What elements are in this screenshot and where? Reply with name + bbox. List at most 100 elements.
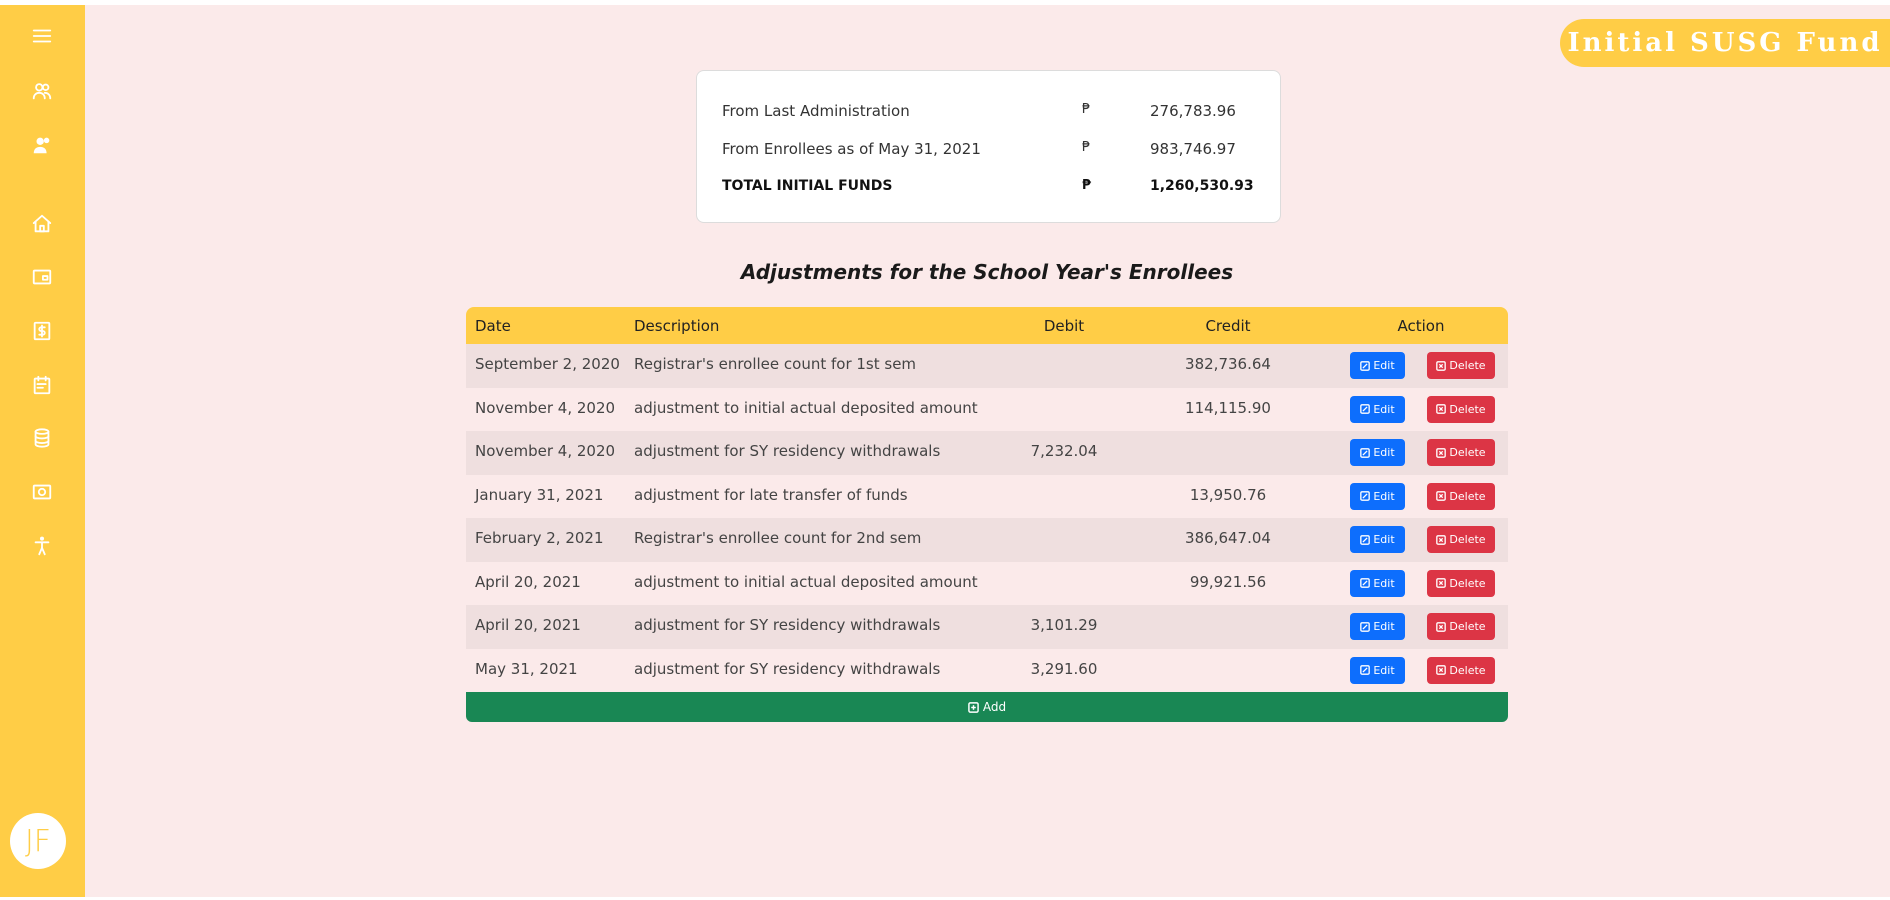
cell-credit: 386,647.04 [1185, 529, 1271, 547]
delete-button-label: Delete [1449, 533, 1486, 546]
cell-date: April 20, 2021 [475, 572, 581, 591]
database-icon[interactable] [28, 424, 56, 452]
cell-date: May 31, 2021 [475, 659, 578, 678]
dollar-icon[interactable] [28, 317, 56, 345]
peso-sign: ₱ [1082, 102, 1091, 117]
cell-description: adjustment to initial actual deposited a… [634, 572, 978, 591]
delete-icon [1436, 534, 1447, 545]
add-button-label: Add [982, 700, 1007, 714]
delete-icon [1436, 404, 1447, 414]
table-row: April 20, 2021 adjustment for SY residenc… [466, 605, 1508, 649]
edit-button-label: Edit [1373, 663, 1395, 677]
table-row: May 31, 2021 adjustment for SY residency … [466, 648, 1508, 692]
section-heading: Adjustments for the School Year's Enroll… [740, 260, 1234, 284]
delete-button[interactable]: Delete [1427, 526, 1495, 553]
column-header-debit: Debit [1043, 317, 1085, 335]
edit-button[interactable]: Edit [1350, 439, 1405, 466]
funds-summary-card: From Last Administration ₱ 276,783.96 Fr… [696, 70, 1281, 223]
home-icon[interactable] [28, 210, 56, 238]
cell-date: April 20, 2021 [475, 616, 581, 634]
card-icon[interactable] [28, 263, 56, 291]
cell-date: February 2, 2021 [475, 529, 604, 547]
delete-button-label: Delete [1449, 576, 1486, 590]
cell-debit: 7,232.04 [1030, 442, 1098, 460]
delete-button[interactable]: Delete [1427, 613, 1495, 640]
delete-button[interactable]: Delete [1427, 569, 1495, 597]
table-header: Date Description Debit Credit Action [466, 307, 1508, 344]
edit-icon [1360, 621, 1371, 632]
column-header-description: Description [634, 317, 720, 335]
summary-row: From Last Administration ₱ 276,783.96 [722, 102, 1262, 126]
summary-label: TOTAL INITIAL FUNDS [722, 178, 893, 194]
money-icon[interactable] [28, 478, 56, 506]
edit-icon [1360, 491, 1371, 501]
avatar[interactable]: JF [10, 813, 66, 869]
delete-icon [1436, 360, 1447, 371]
delete-button-label: Delete [1449, 359, 1486, 372]
column-header-credit: Credit [1205, 317, 1251, 335]
edit-button[interactable]: Edit [1350, 526, 1405, 553]
cell-description: Registrar's enrollee count for 2nd sem [634, 529, 922, 547]
cell-description: adjustment for SY residency withdrawals [634, 616, 941, 634]
cell-debit: 3,291.60 [1030, 659, 1098, 678]
delete-icon [1436, 578, 1447, 588]
menu-icon[interactable] [28, 22, 56, 50]
add-button[interactable]: Add [466, 692, 1508, 722]
delete-button-label: Delete [1449, 402, 1486, 416]
edit-button[interactable]: Edit [1350, 656, 1405, 684]
column-header-date: Date [475, 317, 511, 335]
table-row: November 4, 2020 adjustment for SY reside… [466, 431, 1508, 475]
page-title: Initial SUSG Fund [1560, 19, 1890, 67]
edit-button[interactable]: Edit [1350, 482, 1405, 510]
table-row: September 2, 2020 Registrar's enrollee co… [466, 344, 1508, 388]
cell-debit: 3,101.29 [1030, 616, 1098, 634]
cell-date: September 2, 2020 [475, 355, 620, 373]
cell-description: Registrar's enrollee count for 1st sem [634, 355, 917, 373]
edit-icon [1360, 404, 1371, 414]
delete-button[interactable]: Delete [1427, 482, 1495, 510]
summary-label: From Enrollees as of May 31, 2021 [722, 140, 981, 158]
edit-button[interactable]: Edit [1350, 352, 1405, 379]
edit-icon [1360, 578, 1371, 588]
accessibility-icon[interactable] [28, 532, 56, 560]
edit-icon [1360, 447, 1371, 458]
edit-button[interactable]: Edit [1350, 569, 1405, 597]
delete-button[interactable]: Delete [1427, 395, 1495, 423]
user-group-icon[interactable] [28, 131, 56, 159]
peso-sign: ₱ [1082, 140, 1091, 155]
edit-icon [1360, 665, 1371, 675]
edit-button-label: Edit [1373, 359, 1395, 372]
cell-date: November 4, 2020 [475, 442, 616, 460]
summary-amount: 276,783.96 [1150, 102, 1236, 120]
cell-credit: 13,950.76 [1189, 485, 1267, 504]
table-row: April 20, 2021 adjustment to initial actu… [466, 561, 1508, 605]
summary-amount: 983,746.97 [1150, 140, 1236, 158]
delete-icon [1436, 665, 1447, 675]
cell-date: January 31, 2021 [475, 485, 604, 504]
calendar-icon[interactable] [28, 371, 56, 399]
delete-button-label: Delete [1449, 620, 1486, 633]
edit-button-label: Edit [1373, 533, 1395, 546]
adjustments-table: Date Description Debit Credit Action Sep… [466, 307, 1508, 722]
plus-square-icon [968, 701, 979, 713]
summary-label: From Last Administration [722, 102, 910, 120]
edit-icon [1360, 360, 1371, 371]
users-icon[interactable] [28, 77, 56, 105]
delete-button[interactable]: Delete [1427, 352, 1495, 379]
delete-icon [1436, 491, 1447, 501]
cell-credit: 99,921.56 [1189, 572, 1267, 591]
sidebar: JF [0, 5, 85, 897]
delete-button[interactable]: Delete [1427, 656, 1495, 684]
edit-button-label: Edit [1373, 620, 1395, 633]
delete-button-label: Delete [1449, 446, 1486, 459]
delete-button[interactable]: Delete [1427, 439, 1495, 466]
cell-description: adjustment for SY residency withdrawals [634, 442, 941, 460]
app-frame: JF Initial SUSG Fund From Last Administr… [0, 5, 1890, 897]
edit-icon [1360, 534, 1371, 545]
cell-description: adjustment to initial actual deposited a… [634, 398, 978, 417]
peso-sign: ₱ [1082, 178, 1092, 193]
edit-button[interactable]: Edit [1350, 395, 1405, 423]
edit-button-label: Edit [1373, 402, 1395, 416]
edit-button[interactable]: Edit [1350, 613, 1405, 640]
delete-button-label: Delete [1449, 663, 1486, 677]
